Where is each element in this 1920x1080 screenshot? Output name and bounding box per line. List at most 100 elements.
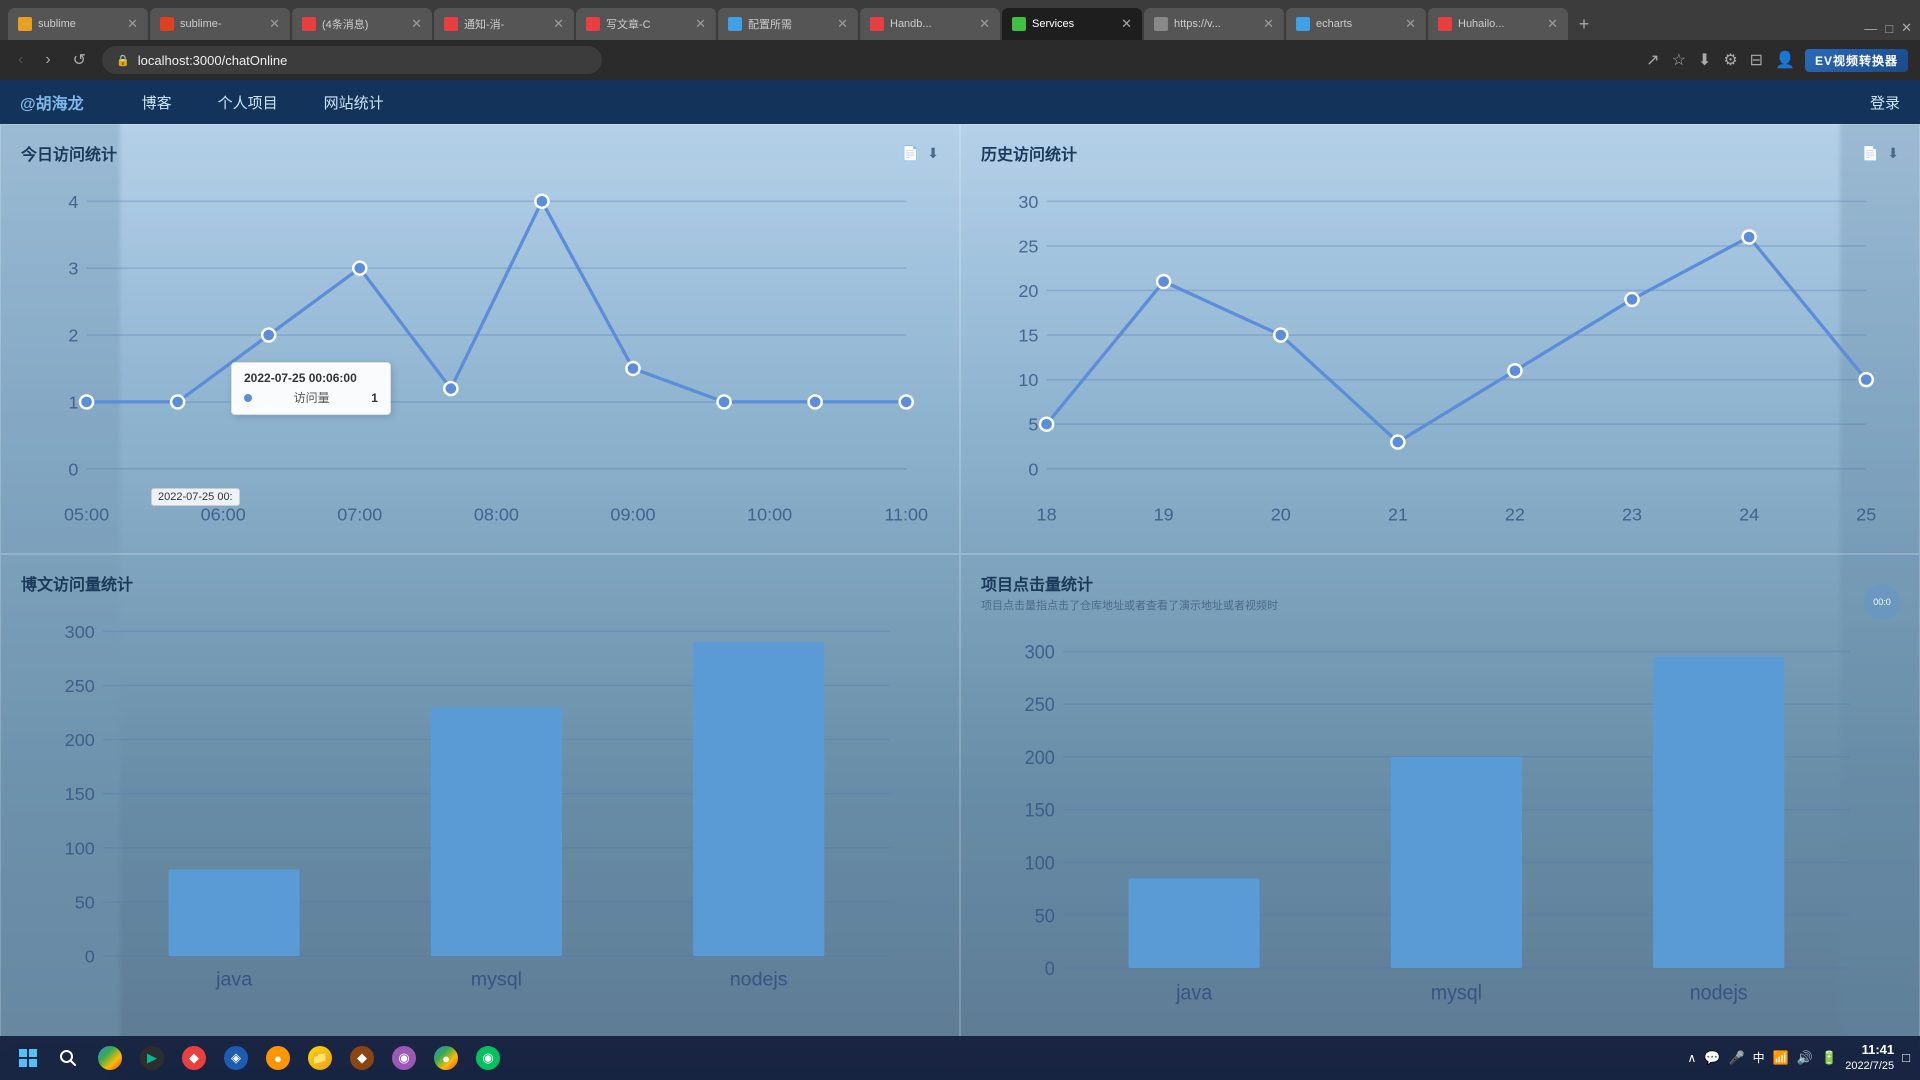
tab-close-tab7[interactable]: ✕	[979, 16, 990, 32]
svg-text:50: 50	[75, 892, 95, 912]
tab-close-tab5[interactable]: ✕	[695, 16, 706, 32]
today-doc-icon[interactable]: 📄	[902, 145, 919, 162]
wechat-tray-app-icon[interactable]: ◉	[468, 1038, 508, 1078]
tab-tab5[interactable]: 写文章-C✕	[576, 8, 716, 40]
tooltip-value: 1	[371, 391, 378, 405]
new-tab-button[interactable]: +	[1570, 10, 1598, 38]
brown-app-icon[interactable]: ◆	[342, 1038, 382, 1078]
today-visits-title-text: 今日访问统计	[21, 141, 117, 165]
purple-app-icon[interactable]: ◉	[384, 1038, 424, 1078]
nav-link-blog[interactable]: 博客	[134, 88, 180, 117]
orange-app-icon[interactable]: ●	[258, 1038, 298, 1078]
history-doc-icon[interactable]: 📄	[1862, 145, 1879, 162]
git-icon[interactable]: ◆	[174, 1038, 214, 1078]
tab-tab11[interactable]: Huhailо...✕	[1428, 8, 1568, 40]
refresh-button[interactable]: ↺	[67, 48, 92, 72]
notifications-icon[interactable]: □	[1902, 1050, 1910, 1065]
chrome2-icon[interactable]: ●	[426, 1038, 466, 1078]
tab-favicon-tab1	[18, 17, 32, 31]
download-icon[interactable]: ⬇	[1696, 48, 1713, 72]
tab-favicon-tab11	[1438, 17, 1452, 31]
start-button[interactable]	[10, 1040, 46, 1076]
close-button[interactable]: ✕	[1901, 20, 1912, 36]
svg-text:mysql: mysql	[471, 968, 522, 990]
url-bar[interactable]: 🔒 localhost:3000/chatOnline	[102, 46, 602, 74]
tab-tab8[interactable]: Services✕	[1002, 8, 1142, 40]
terminal-icon[interactable]: ▶	[132, 1038, 172, 1078]
chevron-up-icon[interactable]: ∧	[1687, 1051, 1696, 1065]
nav-bar: @胡海龙 博客 个人项目 网站统计 登录	[0, 80, 1920, 124]
svg-text:250: 250	[1025, 693, 1055, 715]
tab-tab9[interactable]: https://v...✕	[1144, 8, 1284, 40]
nav-link-projects[interactable]: 个人项目	[210, 88, 286, 117]
x-label-indicator: 2022-07-25 00:	[151, 488, 240, 506]
file-manager-icon[interactable]: 📁	[300, 1038, 340, 1078]
wifi-icon[interactable]: 📶	[1773, 1050, 1789, 1066]
tabs-container: sublime✕sublime-✕(4条消息)✕通知-消-✕写文章-C✕配置所需…	[8, 8, 1568, 40]
minimize-button[interactable]: —	[1864, 21, 1877, 36]
svg-text:20: 20	[1271, 505, 1291, 525]
svg-text:300: 300	[65, 622, 95, 642]
svg-text:200: 200	[1025, 746, 1055, 768]
input-method-label[interactable]: 中	[1753, 1049, 1765, 1066]
toolbar-right: ↗ ☆ ⬇ ⚙ ⊟ 👤 EV视频转换器	[1644, 48, 1908, 72]
tab-tab2[interactable]: sublime-✕	[150, 8, 290, 40]
svg-text:25: 25	[1856, 505, 1876, 525]
share-icon[interactable]: ↗	[1644, 48, 1661, 72]
svg-text:java: java	[215, 968, 252, 990]
sidebar-icon[interactable]: ⊟	[1748, 48, 1765, 72]
tab-tab10[interactable]: echarts✕	[1286, 8, 1426, 40]
tab-tab3[interactable]: (4条消息)✕	[292, 8, 432, 40]
taskbar-clock[interactable]: 11:41 2022/7/25	[1845, 1041, 1894, 1075]
tab-close-tab1[interactable]: ✕	[127, 16, 138, 32]
tab-label-tab6: 配置所需	[748, 16, 827, 32]
wechat-tray-icon[interactable]: 💬	[1704, 1050, 1720, 1066]
tab-tab1[interactable]: sublime✕	[8, 8, 148, 40]
lock-icon: 🔒	[116, 54, 130, 67]
back-button[interactable]: ‹	[12, 49, 29, 71]
forward-button[interactable]: ›	[39, 49, 56, 71]
history-download-icon[interactable]: ⬇	[1887, 145, 1899, 162]
right-scroll-indicator[interactable]: 00:0	[1864, 584, 1900, 620]
scroll-text: 00:0	[1873, 597, 1891, 607]
orange-app-icon-circle: ●	[266, 1046, 290, 1070]
tab-close-tab8[interactable]: ✕	[1121, 16, 1132, 32]
svg-text:0: 0	[1045, 957, 1055, 979]
tab-close-tab10[interactable]: ✕	[1405, 16, 1416, 32]
nav-login-button[interactable]: 登录	[1870, 92, 1900, 113]
vscode-icon[interactable]: ◈	[216, 1038, 256, 1078]
svg-text:1: 1	[68, 393, 78, 413]
tab-tab6[interactable]: 配置所需 ✕	[718, 8, 858, 40]
profile-icon[interactable]: 👤	[1773, 48, 1797, 72]
brown-app-icon-circle: ◆	[350, 1046, 374, 1070]
tab-close-tab2[interactable]: ✕	[269, 16, 280, 32]
bookmark-icon[interactable]: ☆	[1670, 48, 1688, 72]
tab-tab7[interactable]: Handb...✕	[860, 8, 1000, 40]
nav-link-stats[interactable]: 网站统计	[316, 88, 392, 117]
tab-favicon-tab10	[1296, 17, 1310, 31]
tab-close-tab9[interactable]: ✕	[1263, 16, 1274, 32]
svg-text:11:00: 11:00	[884, 505, 928, 525]
svg-text:30: 30	[1018, 192, 1038, 212]
tab-close-tab11[interactable]: ✕	[1547, 16, 1558, 32]
extensions-icon[interactable]: ⚙	[1721, 48, 1739, 72]
volume-icon[interactable]: 🔊	[1797, 1050, 1813, 1066]
maximize-button[interactable]: □	[1885, 21, 1893, 36]
tab-tab4[interactable]: 通知-消-✕	[434, 8, 574, 40]
tab-close-tab6[interactable]: ✕	[837, 16, 848, 32]
project-clicks-title-wrap: 项目点击量统计 项目点击量指点击了仓库地址或者查看了演示地址或者视频时	[981, 571, 1278, 613]
ev-badge: EV视频转换器	[1805, 49, 1908, 72]
taskbar-search-button[interactable]	[50, 1040, 86, 1076]
microphone-icon[interactable]: 🎤	[1728, 1050, 1744, 1066]
app-container: 00:0 今日访问统计 📄 ⬇ 0123405:0006:0007:0008:0…	[0, 124, 1920, 1080]
today-download-icon[interactable]: ⬇	[927, 145, 939, 162]
svg-text:50: 50	[1035, 904, 1055, 926]
tab-close-tab3[interactable]: ✕	[411, 16, 422, 32]
history-visits-chart: 0510152025301819202122232425	[981, 177, 1899, 534]
history-visits-panel: 历史访问统计 📄 ⬇ 0510152025301819202122232425	[960, 124, 1920, 554]
svg-text:21: 21	[1388, 505, 1408, 525]
tab-close-tab4[interactable]: ✕	[553, 16, 564, 32]
svg-text:150: 150	[65, 784, 95, 804]
chrome-icon[interactable]	[90, 1038, 130, 1078]
battery-icon[interactable]: 🔋	[1821, 1050, 1837, 1066]
